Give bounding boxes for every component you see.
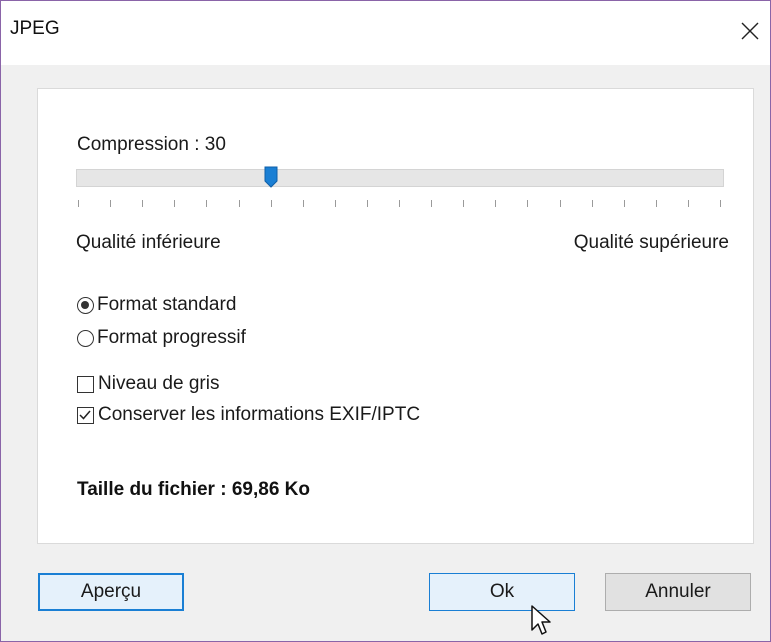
slider-tick xyxy=(495,200,496,207)
compression-label: Compression : 30 xyxy=(77,134,226,155)
preview-button-label: Aperçu xyxy=(80,581,142,602)
slider-tick xyxy=(142,200,143,207)
jpeg-dialog: JPEG Compression : 30 Qualité inférieure… xyxy=(0,0,771,642)
mouse-pointer-icon xyxy=(531,605,551,635)
checkbox-label-exif: Conserver les informations EXIF/IPTC xyxy=(98,404,421,425)
title-bar: JPEG xyxy=(1,1,770,65)
slider-tick xyxy=(399,200,400,207)
checkbox-grayscale[interactable]: Niveau de gris xyxy=(77,371,219,397)
ok-button[interactable]: Ok xyxy=(429,573,575,611)
slider-tick xyxy=(174,200,175,207)
checkbox-box-checked[interactable] xyxy=(77,406,94,424)
slider-tick xyxy=(271,200,272,207)
checkmark-icon xyxy=(79,410,91,420)
slider-tick xyxy=(431,200,432,207)
radio-label-progressive: Format progressif xyxy=(97,327,246,348)
slider-tick xyxy=(720,200,721,207)
compression-slider[interactable] xyxy=(76,166,724,226)
ok-button-label: Ok xyxy=(489,581,515,602)
file-size-text: Taille du fichier : 69,86 Ko xyxy=(77,479,310,500)
slider-tick xyxy=(335,200,336,207)
slider-track[interactable] xyxy=(76,169,724,187)
radio-format-standard[interactable]: Format standard xyxy=(77,292,236,318)
dialog-title: JPEG xyxy=(10,18,60,39)
slider-tick xyxy=(78,200,79,207)
radio-button-checked[interactable] xyxy=(77,296,94,314)
low-quality-label: Qualité inférieure xyxy=(76,232,221,253)
close-button[interactable] xyxy=(732,13,768,49)
close-icon xyxy=(741,22,759,40)
slider-tick xyxy=(527,200,528,207)
slider-tick xyxy=(463,200,464,207)
options-panel: Compression : 30 Qualité inférieure Qual… xyxy=(37,88,754,544)
slider-tick xyxy=(656,200,657,207)
radio-label-standard: Format standard xyxy=(97,294,237,315)
slider-tick xyxy=(206,200,207,207)
radio-format-progressive[interactable]: Format progressif xyxy=(77,325,246,351)
slider-thumb[interactable] xyxy=(264,166,278,188)
slider-tick xyxy=(239,200,240,207)
radio-button-unchecked[interactable] xyxy=(77,329,94,347)
preview-button[interactable]: Aperçu xyxy=(38,573,184,611)
slider-tick xyxy=(110,200,111,207)
slider-ticks xyxy=(76,200,724,208)
checkbox-exif[interactable]: Conserver les informations EXIF/IPTC xyxy=(77,402,420,428)
slider-tick xyxy=(367,200,368,207)
slider-tick xyxy=(624,200,625,207)
cancel-button-label: Annuler xyxy=(645,581,711,602)
slider-tick xyxy=(303,200,304,207)
checkbox-box-unchecked[interactable] xyxy=(77,375,94,393)
checkbox-label-grayscale: Niveau de gris xyxy=(98,373,220,394)
high-quality-label: Qualité supérieure xyxy=(573,232,729,253)
slider-tick xyxy=(688,200,689,207)
cancel-button[interactable]: Annuler xyxy=(605,573,751,611)
slider-tick xyxy=(592,200,593,207)
slider-tick xyxy=(560,200,561,207)
